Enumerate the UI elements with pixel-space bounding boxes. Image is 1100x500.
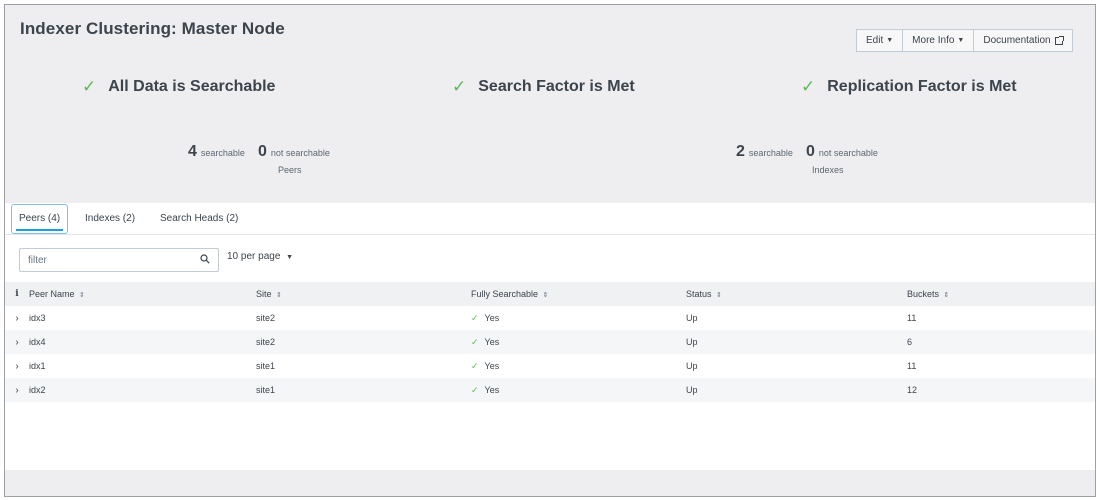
status-all-data-searchable: ✓ All Data is Searchable	[82, 77, 275, 97]
table-row[interactable]: › idx3 site2 ✓ Yes Up 11	[5, 306, 1095, 330]
status-label: Replication Factor is Met	[827, 78, 1017, 95]
external-link-icon	[1054, 35, 1064, 45]
site-cell: site2	[256, 337, 276, 347]
indexes-not-searchable-label: not searchable	[818, 148, 878, 158]
peers-not-searchable-label: not searchable	[270, 148, 330, 158]
chevron-right-icon[interactable]: ›	[5, 330, 29, 354]
peers-table: i Peer Name ⇕ Site ⇕ Fully Searchable ⇕ …	[5, 282, 1095, 402]
caret-down-icon: ▼	[886, 37, 894, 44]
indexes-searchable-label: searchable	[748, 148, 793, 158]
peer-name-cell: idx3	[29, 313, 46, 323]
tab-search-heads[interactable]: Search Heads (2)	[160, 203, 238, 235]
fully-searchable-value: Yes	[484, 360, 500, 371]
master-node-dashboard: Indexer Clustering: Master Node Edit ▼ M…	[4, 4, 1096, 497]
chevron-right-icon[interactable]: ›	[5, 378, 29, 402]
column-header-status[interactable]: Status ⇕	[686, 282, 907, 306]
page-title: Indexer Clustering: Master Node	[20, 19, 285, 38]
status-search-factor: ✓ Search Factor is Met	[452, 77, 635, 97]
peers-caption: Peers	[278, 165, 302, 175]
check-icon: ✓	[452, 77, 467, 96]
indexes-not-searchable-count: 0	[805, 143, 815, 160]
fully-searchable-cell: ✓ Yes	[471, 354, 686, 378]
buckets-cell: 11	[907, 313, 917, 323]
table-row[interactable]: › idx1 site1 ✓ Yes Up 11	[5, 354, 1095, 378]
check-icon: ✓	[471, 312, 479, 323]
fully-searchable-cell: ✓ Yes	[471, 330, 686, 354]
footer-strip	[5, 470, 1095, 496]
indexes-searchable-count: 2	[736, 143, 745, 160]
peers-summary: 4 searchable 0 not searchable	[188, 143, 330, 161]
info-column-header: i	[15, 289, 19, 299]
buckets-cell: 12	[907, 385, 918, 395]
filter-field	[19, 248, 219, 272]
peers-searchable-label: searchable	[200, 148, 245, 158]
column-header-label: Fully Searchable	[471, 289, 539, 299]
tab-bar: Peers (4) Indexes (2) Search Heads (2)	[5, 203, 1095, 235]
table-header-row: i Peer Name ⇕ Site ⇕ Fully Searchable ⇕ …	[5, 282, 1095, 306]
caret-down-icon: ▼	[286, 254, 294, 261]
column-header-fully-searchable[interactable]: Fully Searchable ⇕	[471, 282, 686, 306]
edit-button-label: Edit	[866, 35, 884, 46]
fully-searchable-value: Yes	[484, 312, 500, 323]
caret-down-icon: ▼	[957, 37, 965, 44]
sort-icon: ⇕	[542, 292, 549, 299]
check-icon: ✓	[471, 360, 479, 371]
tab-indexes[interactable]: Indexes (2)	[85, 203, 135, 235]
documentation-button[interactable]: Documentation	[974, 29, 1073, 52]
sort-icon: ⇕	[943, 292, 950, 299]
status-cell: Up	[686, 385, 698, 395]
column-header-label: Site	[256, 289, 272, 299]
site-cell: site1	[256, 361, 276, 371]
chevron-right-icon[interactable]: ›	[5, 354, 29, 378]
check-icon: ✓	[82, 77, 97, 96]
indexes-caption: Indexes	[812, 165, 844, 175]
chevron-right-icon[interactable]: ›	[5, 306, 29, 330]
column-header-label: Peer Name	[29, 289, 75, 299]
more-info-button[interactable]: More Info ▼	[903, 29, 975, 52]
status-label: All Data is Searchable	[108, 78, 276, 95]
sort-icon: ⇕	[716, 292, 722, 299]
check-icon: ✓	[471, 336, 479, 347]
indexes-summary: 2 searchable 0 not searchable	[736, 143, 878, 161]
column-header-site[interactable]: Site ⇕	[256, 282, 471, 306]
fully-searchable-cell: ✓ Yes	[471, 378, 686, 402]
sort-icon: ⇕	[79, 292, 85, 299]
column-header-peer-name[interactable]: Peer Name ⇕	[29, 282, 256, 306]
filter-input[interactable]	[20, 249, 190, 271]
edit-button[interactable]: Edit ▼	[856, 29, 904, 52]
status-label: Search Factor is Met	[478, 78, 635, 95]
per-page-dropdown[interactable]: 10 per page ▼	[227, 251, 293, 262]
fully-searchable-value: Yes	[484, 336, 500, 347]
more-info-button-label: More Info	[912, 35, 955, 46]
site-cell: site1	[256, 385, 276, 395]
documentation-button-label: Documentation	[983, 35, 1051, 46]
peer-name-cell: idx1	[29, 361, 46, 371]
table-row[interactable]: › idx2 site1 ✓ Yes Up 12	[5, 378, 1095, 402]
check-icon: ✓	[471, 384, 479, 395]
buckets-cell: 6	[907, 337, 913, 347]
buckets-cell: 11	[907, 361, 917, 371]
peers-searchable-count: 4	[188, 143, 197, 160]
table-row[interactable]: › idx4 site2 ✓ Yes Up 6	[5, 330, 1095, 354]
status-replication-factor: ✓ Replication Factor is Met	[801, 77, 1017, 97]
fully-searchable-cell: ✓ Yes	[471, 306, 686, 330]
peer-name-cell: idx4	[29, 337, 46, 347]
status-cell: Up	[686, 361, 698, 371]
search-icon[interactable]	[200, 254, 210, 264]
fully-searchable-value: Yes	[484, 384, 500, 395]
details-panel: Peers (4) Indexes (2) Search Heads (2) 1…	[5, 203, 1095, 470]
sort-icon: ⇕	[276, 292, 282, 299]
tab-peers[interactable]: Peers (4)	[11, 204, 69, 234]
header-button-group: Edit ▼ More Info ▼ Documentation	[856, 29, 1073, 52]
peer-name-cell: idx2	[29, 385, 46, 395]
peers-not-searchable-count: 0	[257, 143, 267, 160]
column-header-label: Buckets	[907, 289, 940, 299]
status-cell: Up	[686, 313, 698, 323]
status-cell: Up	[686, 337, 698, 347]
check-icon: ✓	[801, 77, 816, 96]
site-cell: site2	[256, 313, 276, 323]
column-header-buckets[interactable]: Buckets ⇕	[907, 282, 1095, 306]
per-page-label: 10 per page	[227, 251, 281, 262]
column-header-label: Status	[686, 289, 712, 299]
